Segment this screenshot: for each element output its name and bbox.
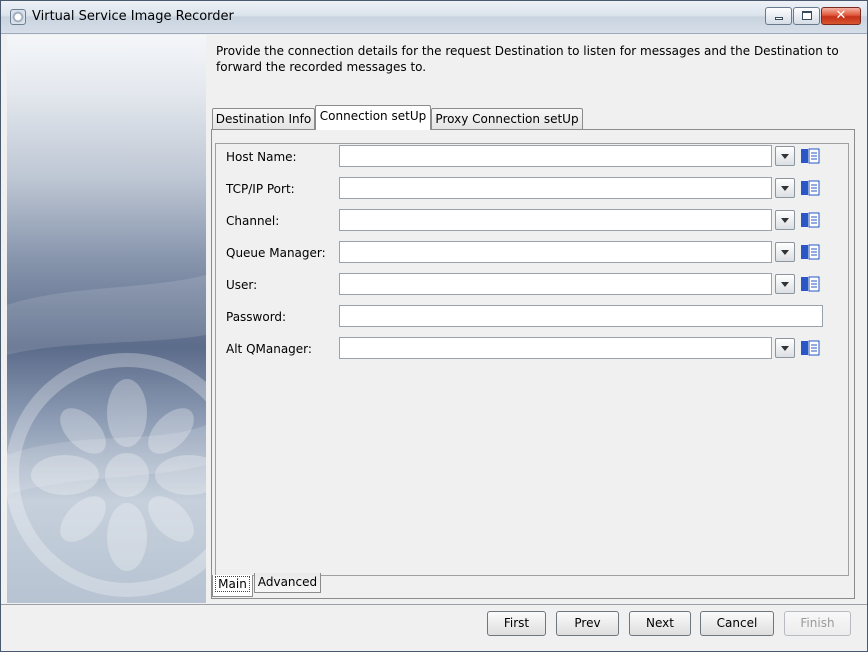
alt-qmanager-properties-icon[interactable]	[800, 339, 820, 357]
queue-manager-properties-icon[interactable]	[800, 243, 820, 261]
user-label: User:	[226, 278, 258, 292]
password-label: Password:	[226, 310, 287, 324]
queue-manager-input[interactable]	[339, 241, 772, 263]
wizard-window: Virtual Service Image Recorder ✕ Provide…	[0, 0, 868, 652]
tcp-ip-port-properties-icon[interactable]	[800, 179, 820, 197]
password-input[interactable]	[339, 305, 823, 327]
title-bar[interactable]: Virtual Service Image Recorder ✕	[1, 1, 867, 34]
tab-main-label: Main	[215, 576, 250, 592]
tab-destination-info[interactable]: Destination Info	[212, 108, 315, 130]
footer-divider	[1, 604, 867, 605]
channel-properties-icon[interactable]	[800, 211, 820, 229]
user-input[interactable]	[339, 273, 772, 295]
prev-button[interactable]: Prev	[556, 611, 619, 636]
queue-manager-label: Queue Manager:	[226, 246, 326, 260]
tab-connection-setup[interactable]: Connection setUp	[315, 105, 431, 130]
app-icon	[10, 9, 26, 25]
tcp-ip-port-input[interactable]	[339, 177, 772, 199]
close-button[interactable]: ✕	[821, 7, 861, 25]
channel-dropdown-icon[interactable]	[775, 210, 795, 230]
tab-panel	[211, 129, 855, 599]
user-properties-icon[interactable]	[800, 275, 820, 293]
channel-label: Channel:	[226, 214, 280, 228]
queue-manager-dropdown-icon[interactable]	[775, 242, 795, 262]
host-name-properties-icon[interactable]	[800, 147, 820, 165]
tab-advanced[interactable]: Advanced	[254, 573, 321, 593]
maximize-icon	[802, 11, 812, 20]
cancel-button[interactable]: Cancel	[700, 611, 774, 636]
maximize-button[interactable]	[793, 7, 820, 25]
decorative-watermark-icon	[7, 275, 206, 597]
first-button[interactable]: First	[487, 611, 546, 636]
alt-qmanager-label: Alt QManager:	[226, 342, 312, 356]
close-icon: ✕	[835, 8, 847, 23]
user-dropdown-icon[interactable]	[775, 274, 795, 294]
host-name-input[interactable]	[339, 145, 772, 167]
tab-main[interactable]: Main	[212, 575, 253, 597]
host-name-dropdown-icon[interactable]	[775, 146, 795, 166]
alt-qmanager-dropdown-icon[interactable]	[775, 338, 795, 358]
wizard-description: Provide the connection details for the r…	[216, 44, 839, 74]
tcp-ip-port-dropdown-icon[interactable]	[775, 178, 795, 198]
alt-qmanager-input[interactable]	[339, 337, 772, 359]
wizard-sidebar-banner	[7, 35, 206, 603]
window-title: Virtual Service Image Recorder	[32, 9, 234, 24]
minimize-icon	[775, 17, 783, 20]
minimize-button[interactable]	[765, 7, 792, 25]
tcp-ip-port-label: TCP/IP Port:	[226, 182, 295, 196]
tab-proxy-connection-setup[interactable]: Proxy Connection setUp	[431, 108, 583, 130]
host-name-label: Host Name:	[226, 150, 297, 164]
next-button[interactable]: Next	[629, 611, 691, 636]
finish-button[interactable]: Finish	[784, 611, 851, 636]
form-panel	[215, 143, 849, 576]
channel-input[interactable]	[339, 209, 772, 231]
